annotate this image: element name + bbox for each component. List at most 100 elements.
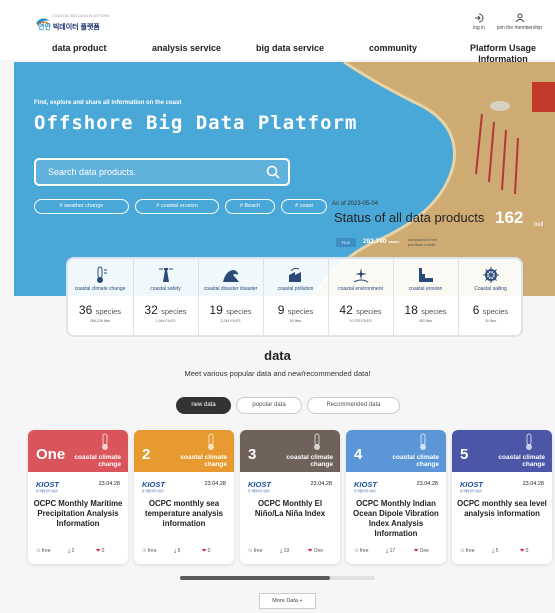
org-logo: KIOST — [248, 480, 271, 489]
card-title[interactable]: OCPC Monthly El Niño/La Niña Index — [244, 499, 336, 519]
stat-number: 32 — [144, 303, 158, 317]
user-icon — [515, 13, 524, 23]
stat-coastal-erosion[interactable]: coastal erosion 18 species 453 files — [393, 259, 457, 335]
tab-recommended-data[interactable]: Recommended data — [307, 397, 400, 414]
download-icon: ⤓ — [280, 548, 283, 554]
thermometer-icon — [208, 433, 214, 450]
heart-icon[interactable]: ❤ — [414, 548, 418, 554]
stat-value: 9 species — [264, 303, 327, 317]
download-count: ⤓ 5 — [174, 548, 180, 554]
more-data-button[interactable]: More Data + — [259, 593, 316, 609]
logo-prefix: 연안 — [38, 24, 51, 31]
file-count-unit: cases — [388, 239, 400, 244]
tag-weather-change[interactable]: # weather change — [34, 199, 129, 214]
license-label: free — [147, 548, 157, 554]
license-info: ☉ free — [354, 548, 369, 554]
card-header: 2 coastal climate change — [134, 430, 234, 472]
data-card[interactable]: 2 coastal climate change KIOST 한국해양과학기술원 23.… — [134, 430, 234, 564]
nav-item-data-product[interactable]: data product — [52, 43, 107, 53]
stat-value: 42 species — [329, 303, 392, 317]
nav-item-community[interactable]: community — [369, 43, 417, 53]
stat-value: 18 species — [394, 303, 457, 317]
stat-label: coastal pollution — [277, 286, 314, 292]
login-link[interactable]: log in — [473, 13, 485, 31]
like-count[interactable]: ❤ 0 — [520, 548, 528, 554]
stat-coastal-pollution[interactable]: coastal pollution 9 species 50 files — [263, 259, 327, 335]
card-title[interactable]: OCPC Monthly Maritime Precipitation Anal… — [32, 499, 124, 529]
download-count: ⤓ 5 — [492, 548, 498, 554]
search-icon[interactable] — [266, 165, 280, 179]
like-count[interactable]: ❤ 0 — [96, 548, 104, 554]
like-value: 0 — [207, 548, 211, 554]
card-date: 23.04.28 — [98, 481, 120, 487]
tag-coastal-erosion[interactable]: # coastal erosion — [135, 199, 219, 214]
like-value: 0 — [101, 548, 105, 554]
stat-unit: species — [161, 307, 187, 316]
tag-beach[interactable]: # Beach — [225, 199, 275, 214]
nav-item-analysis-service[interactable]: analysis service — [152, 43, 221, 53]
data-card[interactable]: 3 coastal climate change KIOST 한국해양과학기술원 23.… — [240, 430, 340, 564]
tab-popular-data[interactable]: popular data — [236, 397, 302, 414]
card-rank: 5 — [460, 446, 469, 463]
globe-icon: ☉ — [460, 548, 465, 554]
thermometer-icon — [526, 433, 532, 450]
stat-coastal-environment[interactable]: coastal environment 42 species 10,793 FI… — [328, 259, 392, 335]
download-icon: ⤓ — [174, 548, 177, 554]
data-card[interactable]: 4 coastal climate change KIOST 한국해양과학기술원 23.… — [346, 430, 446, 564]
carousel-scroll-thumb[interactable] — [180, 576, 330, 580]
license-info: ☉ free — [248, 548, 263, 554]
card-rank: 4 — [354, 446, 363, 463]
category-stats: coastal climate change 36 species 266,23… — [66, 257, 523, 337]
stat-coastal-sailing[interactable]: Coastal sailing 6 species 30 files — [458, 259, 522, 335]
card-title[interactable]: OCPC monthly sea temperature analysis in… — [138, 499, 230, 529]
download-count: ⤓ 17 — [386, 548, 395, 554]
data-card[interactable]: 5 coastal climate change KIOST 한국해양과학기술원 23.… — [452, 430, 552, 564]
download-icon: ⤓ — [386, 548, 389, 554]
tag-coast[interactable]: # coast — [281, 199, 327, 214]
stat-files: 30 files — [484, 319, 497, 323]
stat-value: 36 species — [68, 303, 132, 317]
org-logo: KIOST — [142, 480, 165, 489]
card-rank: 2 — [142, 446, 151, 463]
erosion-icon — [418, 268, 433, 282]
card-title[interactable]: OCPC monthly sea level analysis informat… — [456, 499, 548, 519]
thermometer-icon — [102, 433, 108, 450]
download-value: 2 — [71, 548, 75, 554]
card-title[interactable]: OCPC Monthly Indian Ocean Dipole Vibrati… — [350, 499, 442, 539]
stat-unit: species — [287, 307, 314, 316]
like-value: One — [313, 548, 324, 554]
data-card[interactable]: One coastal climate change KIOST 한국해양과학기술원 2… — [28, 430, 128, 564]
stat-number: 19 — [209, 303, 223, 317]
stat-coastal-disaster[interactable]: coastal disaster disaster 19 species 3,2… — [198, 259, 262, 335]
ship-wheel-icon — [482, 267, 499, 283]
license-label: free — [465, 548, 475, 554]
heart-icon[interactable]: ❤ — [520, 548, 524, 554]
org-logo-subtitle: 한국해양과학기술원 — [354, 490, 376, 493]
thermometer-icon — [314, 433, 320, 450]
join-label: join the membership — [497, 25, 543, 31]
like-value: 0 — [525, 548, 529, 554]
card-category: coastal climate change — [392, 454, 439, 468]
org-logo: KIOST — [354, 480, 377, 489]
like-count[interactable]: ❤ 0 — [202, 548, 210, 554]
heart-icon[interactable]: ❤ — [96, 548, 100, 554]
heart-icon[interactable]: ❤ — [202, 548, 206, 554]
nav-item-big-data-service[interactable]: big data service — [256, 43, 324, 53]
stat-unit: species — [482, 307, 509, 316]
like-count[interactable]: ❤ One — [414, 548, 429, 554]
login-label: log in — [473, 25, 485, 31]
card-footer: ☉ free ⤓ 5 ❤ 0 — [134, 548, 234, 558]
join-link[interactable]: join the membership — [497, 13, 542, 31]
stat-coastal-safety[interactable]: coastal safety 32 species 1,944 FILES — [133, 259, 197, 335]
download-count: ⤓ 2 — [68, 548, 74, 554]
status-count: 162 — [495, 208, 524, 227]
file-count: 282,740 cases — [363, 238, 399, 245]
tab-new-data[interactable]: new data — [176, 397, 231, 414]
logo-text[interactable]: 연안 빅데이터 플랫폼 — [38, 22, 100, 32]
heart-icon[interactable]: ❤ — [308, 548, 312, 554]
lighthouse-icon — [158, 268, 173, 282]
like-count[interactable]: ❤ One — [308, 548, 323, 554]
search-input[interactable]: Search data products. — [48, 167, 136, 177]
stat-coastal-climate-change[interactable]: coastal climate change 36 species 266,23… — [68, 259, 132, 335]
search-box[interactable]: Search data products. — [34, 158, 290, 186]
